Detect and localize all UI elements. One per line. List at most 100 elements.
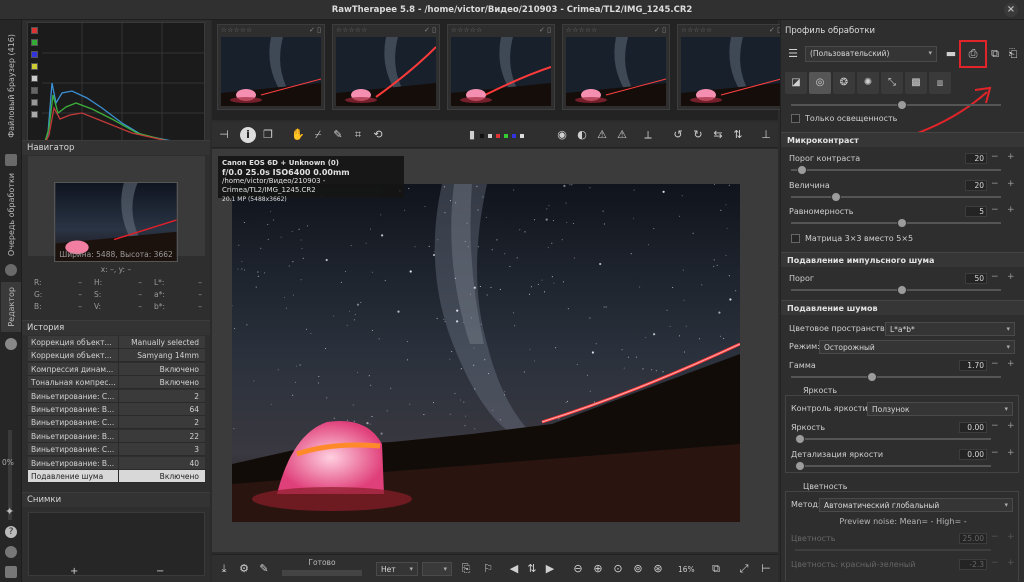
zoom-fit-icon[interactable]: ⊚ bbox=[630, 561, 646, 577]
thumb-trash-icon[interactable]: ✓ ▯ bbox=[424, 26, 436, 34]
rating-stars[interactable]: ☆☆☆☆☆ bbox=[451, 26, 483, 34]
increment-icon[interactable]: + bbox=[1007, 359, 1015, 369]
crop-icon[interactable]: ⌗ bbox=[350, 127, 366, 143]
gamut-check-icon[interactable]: ⚐ bbox=[480, 561, 496, 577]
history-row[interactable]: Тональная компрес... Включено bbox=[28, 376, 205, 390]
info-toggle-icon[interactable]: i bbox=[240, 127, 256, 143]
only-luminance-checkbox[interactable] bbox=[791, 114, 800, 123]
decrement-icon[interactable]: − bbox=[991, 448, 999, 458]
history-header[interactable]: История bbox=[22, 320, 210, 335]
mc-amount-knob[interactable] bbox=[831, 192, 841, 202]
colorspace-select[interactable]: L*a*b* ▾ bbox=[885, 322, 1015, 336]
preview-channel-dots[interactable] bbox=[480, 134, 530, 138]
history-row[interactable]: Виньетирование: С... 2 bbox=[28, 389, 205, 403]
flip-v-icon[interactable]: ⇅ bbox=[730, 127, 746, 143]
hist-blue-toggle[interactable] bbox=[31, 51, 38, 58]
info-icon[interactable] bbox=[5, 546, 17, 558]
send-editor-icon[interactable]: ✎ bbox=[256, 561, 272, 577]
lum-value[interactable]: 0.00 bbox=[959, 422, 987, 433]
decrement-icon[interactable]: − bbox=[991, 359, 999, 369]
folder-icon[interactable] bbox=[5, 154, 17, 166]
navigator-header[interactable]: Навигатор bbox=[22, 140, 210, 155]
impulse-knob[interactable] bbox=[897, 285, 907, 295]
rating-stars[interactable]: ☆☆☆☆☆ bbox=[221, 26, 253, 34]
rotate-right-icon[interactable]: ↻ bbox=[690, 127, 706, 143]
rating-stars[interactable]: ☆☆☆☆☆ bbox=[566, 26, 598, 34]
rotate-icon[interactable]: ⟲ bbox=[370, 127, 386, 143]
open-profile-icon[interactable]: ▬ bbox=[943, 46, 959, 62]
softproof-icon[interactable]: ⎘ bbox=[458, 561, 474, 577]
mc-uniformity-slider[interactable] bbox=[791, 218, 1001, 228]
white-balance-icon[interactable]: ⌿ bbox=[310, 127, 326, 143]
history-row[interactable]: Виньетирование: В... 64 bbox=[28, 403, 205, 416]
filmstrip-thumbnail[interactable]: ☆☆☆☆☆ ✓ ▯ bbox=[562, 24, 670, 110]
history-row[interactable]: Компрессия динам... Включено bbox=[28, 362, 205, 376]
history-row[interactable]: Подавление шума Включено bbox=[28, 470, 205, 483]
history-row[interactable]: Виньетирование: С... 2 bbox=[28, 416, 205, 430]
zoom-100-icon[interactable]: ⊙ bbox=[610, 561, 626, 577]
aperture-icon[interactable] bbox=[5, 338, 17, 350]
history-row[interactable]: Виньетирование: С... 3 bbox=[28, 443, 205, 457]
hist-green-toggle[interactable] bbox=[31, 39, 38, 46]
add-snapshot-button[interactable]: + bbox=[70, 566, 78, 577]
new-window-icon[interactable]: ⧉ bbox=[708, 561, 724, 577]
thumb-trash-icon[interactable]: ✓ ▯ bbox=[539, 26, 551, 34]
highlight-clip-icon[interactable]: ⚠ bbox=[614, 127, 630, 143]
hist-red-toggle[interactable] bbox=[31, 27, 38, 34]
zoom-out-icon[interactable]: ⊖ bbox=[570, 561, 586, 577]
hist-mode-toggle[interactable] bbox=[31, 111, 38, 118]
mc-uniformity-knob[interactable] bbox=[897, 218, 907, 228]
queue-icon[interactable]: ⚙ bbox=[236, 561, 252, 577]
increment-icon[interactable]: + bbox=[1007, 448, 1015, 458]
wand-icon[interactable]: ✦ bbox=[5, 506, 17, 518]
zoom-fit-crop-icon[interactable]: ⊛ bbox=[650, 561, 666, 577]
filmstrip-thumbnail[interactable]: ☆☆☆☆☆ ✓ ▯ bbox=[332, 24, 440, 110]
flip-h-icon[interactable]: ⇆ bbox=[710, 127, 726, 143]
rotate-left-icon[interactable]: ↺ bbox=[670, 127, 686, 143]
hide-right-panel-icon[interactable]: ⊢ bbox=[758, 561, 774, 577]
preview-mode-icon[interactable]: ▮ bbox=[464, 127, 480, 143]
impulse-header[interactable]: Подавление импульсного шума bbox=[781, 252, 1024, 267]
mc-threshold-knob[interactable] bbox=[797, 165, 807, 175]
decrement-icon[interactable]: − bbox=[991, 205, 999, 215]
decrement-icon[interactable]: − bbox=[991, 421, 999, 431]
tab-file-browser[interactable]: Файловый браузер (416) bbox=[1, 24, 21, 148]
sync-icon[interactable]: ⇅ bbox=[524, 561, 540, 577]
mc-amount-slider[interactable] bbox=[791, 192, 1001, 202]
gamma-slider[interactable] bbox=[791, 372, 1001, 382]
lum-detail-knob[interactable] bbox=[795, 461, 805, 471]
history-row[interactable]: Виньетирование: В... 40 bbox=[28, 456, 205, 470]
thumb-trash-icon[interactable]: ✓ ▯ bbox=[654, 26, 666, 34]
microcontrast-header[interactable]: Микроконтраст bbox=[781, 132, 1024, 147]
mc-threshold-slider[interactable] bbox=[791, 165, 1001, 175]
lum-slider[interactable] bbox=[795, 434, 991, 444]
increment-icon[interactable]: + bbox=[1007, 205, 1015, 215]
filmstrip-thumbnail[interactable]: ☆☆☆☆☆ ✓ ▯ bbox=[217, 24, 325, 110]
decrement-icon[interactable]: − bbox=[991, 152, 999, 162]
gamma-value[interactable]: 1.70 bbox=[959, 360, 987, 371]
main-photo[interactable] bbox=[232, 184, 740, 522]
hide-filmstrip-icon[interactable]: ⊣ bbox=[216, 127, 232, 143]
focus-mask-icon[interactable]: ◉ bbox=[554, 127, 570, 143]
help-icon[interactable]: ? bbox=[5, 526, 17, 538]
hist-chroma-toggle[interactable] bbox=[31, 75, 38, 82]
impulse-slider[interactable] bbox=[791, 285, 1001, 295]
increment-icon[interactable]: + bbox=[1007, 421, 1015, 431]
mc-amount-value[interactable]: 20 bbox=[965, 180, 987, 191]
warning-icon[interactable]: ⚠ bbox=[594, 127, 610, 143]
intent-select[interactable]: ▾ bbox=[422, 562, 452, 576]
decrement-icon[interactable]: − bbox=[991, 272, 999, 282]
prev-slider-knob[interactable] bbox=[897, 100, 907, 110]
tab-exposure[interactable]: ◪ bbox=[785, 72, 807, 94]
save-image-icon[interactable]: ⤓ bbox=[216, 561, 232, 577]
profile-list-icon[interactable]: ☰ bbox=[785, 46, 801, 62]
denoise-header[interactable]: Подавление шумов bbox=[781, 300, 1024, 315]
before-after-icon[interactable]: ❐ bbox=[260, 127, 276, 143]
copy-profile-icon[interactable]: ⧉ bbox=[987, 46, 1003, 62]
rating-stars[interactable]: ☆☆☆☆☆ bbox=[681, 26, 713, 34]
hide-panels-icon[interactable]: ⊥ bbox=[758, 127, 774, 143]
image-canvas[interactable]: Canon EOS 6D + Unknown (0) f/0.0 25.0s I… bbox=[212, 149, 778, 552]
color-picker-icon[interactable]: ✎ bbox=[330, 127, 346, 143]
impulse-threshold-value[interactable]: 50 bbox=[965, 273, 987, 284]
tab-advanced[interactable]: ✺ bbox=[857, 72, 879, 94]
